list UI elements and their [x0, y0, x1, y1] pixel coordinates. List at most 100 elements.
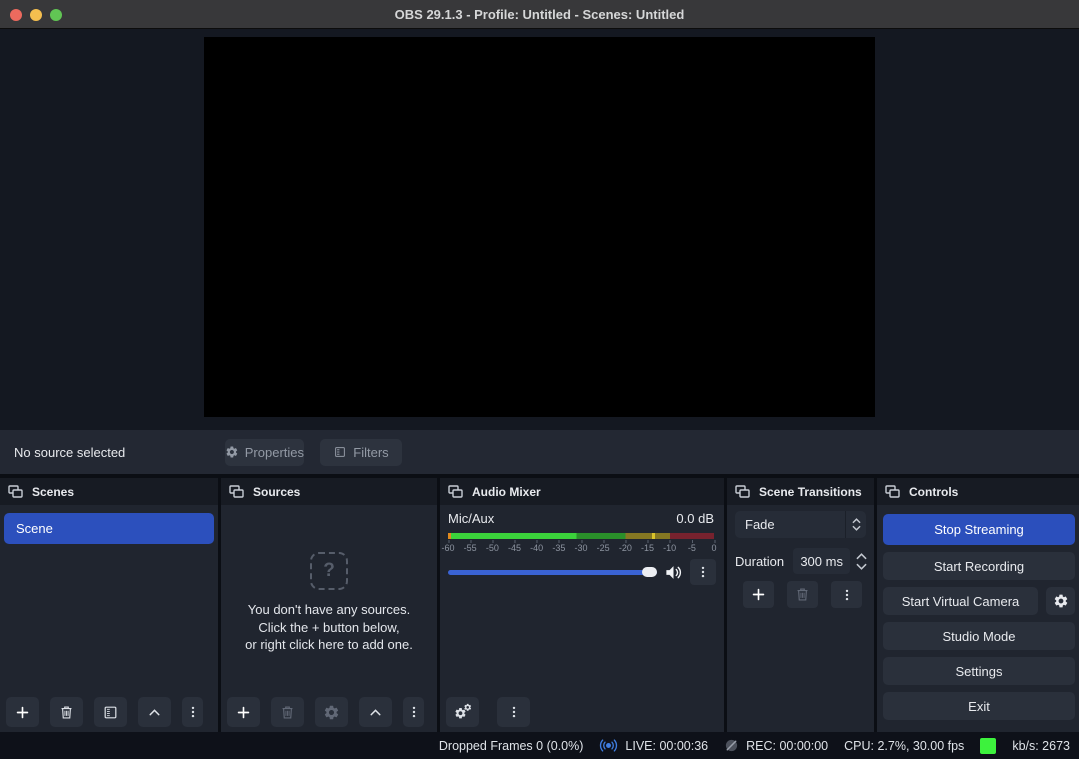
broadcast-icon	[599, 738, 618, 753]
move-scene-up-button[interactable]	[138, 697, 171, 727]
add-transition-button[interactable]	[743, 581, 774, 608]
speaker-icon	[664, 563, 683, 582]
scenes-more-button[interactable]	[182, 697, 203, 727]
meter-tick-label: -10	[663, 543, 676, 553]
sources-more-button[interactable]	[403, 697, 424, 727]
duration-spinner[interactable]	[856, 553, 867, 570]
plus-icon	[750, 586, 767, 603]
mute-toggle[interactable]	[664, 563, 683, 582]
scene-name: Scene	[16, 521, 53, 536]
sources-panel-header: Sources	[221, 478, 437, 505]
sources-panel-title: Sources	[253, 485, 300, 499]
transitions-toolbar	[727, 581, 862, 608]
meter-tick-label: -40	[530, 543, 543, 553]
virtual-camera-row: Start Virtual Camera	[883, 587, 1075, 615]
dock-icon	[8, 485, 23, 498]
filter-icon	[102, 704, 119, 721]
meter-tick-label: -25	[597, 543, 610, 553]
bitrate-label: kb/s: 2673	[1012, 739, 1070, 753]
chevron-up-icon	[856, 553, 867, 560]
transition-value: Fade	[735, 517, 845, 532]
virtual-camera-config-button[interactable]	[1046, 587, 1075, 615]
chevron-up-icon	[852, 518, 861, 524]
controls-panel: Controls Stop Streaming Start Recording …	[877, 478, 1079, 732]
no-source-label: No source selected	[14, 445, 125, 460]
remove-source-button[interactable]	[271, 697, 304, 727]
trash-icon	[794, 586, 811, 603]
filters-label: Filters	[353, 445, 388, 460]
remove-scene-button[interactable]	[50, 697, 83, 727]
zoom-button[interactable]	[50, 9, 62, 21]
window-controls	[10, 0, 62, 29]
exit-button[interactable]: Exit	[883, 692, 1075, 720]
live-time-label: LIVE: 00:00:36	[625, 739, 708, 753]
scenes-panel: Scenes Scene	[0, 478, 218, 732]
add-source-button[interactable]	[227, 697, 260, 727]
stop-streaming-button[interactable]: Stop Streaming	[883, 514, 1075, 545]
filters-button[interactable]: Filters	[320, 439, 402, 466]
filter-icon	[333, 445, 347, 459]
channel-more-button[interactable]	[690, 559, 716, 585]
controls-panel-title: Controls	[909, 485, 958, 499]
controls-panel-header: Controls	[877, 478, 1079, 505]
title-bar: OBS 29.1.3 - Profile: Untitled - Scenes:…	[0, 0, 1079, 29]
kebab-icon	[696, 564, 710, 580]
meter-tick-label: -50	[486, 543, 499, 553]
duration-input[interactable]: 300 ms	[793, 548, 850, 574]
plus-icon	[14, 704, 31, 721]
source-toolbar: No source selected Properties Filters	[0, 430, 1079, 474]
empty-sources-message: You don't have any sources. Click the + …	[221, 601, 437, 654]
transition-select[interactable]: Fade	[735, 511, 866, 538]
transition-more-button[interactable]	[831, 581, 862, 608]
audio-mixer-panel-title: Audio Mixer	[472, 485, 541, 499]
advanced-audio-button[interactable]	[446, 697, 479, 727]
volume-meter	[448, 533, 714, 539]
meter-tick-label: -5	[688, 543, 696, 553]
chevron-up-icon	[146, 704, 163, 721]
window-title: OBS 29.1.3 - Profile: Untitled - Scenes:…	[0, 7, 1079, 22]
mixer-toolbar	[446, 697, 530, 727]
remove-transition-button[interactable]	[787, 581, 818, 608]
empty-line-3: or right click here to add one.	[221, 636, 437, 654]
start-recording-button[interactable]: Start Recording	[883, 552, 1075, 580]
scene-transitions-panel: Scene Transitions Fade Duration 300 ms	[727, 478, 874, 732]
volume-slider[interactable]	[448, 567, 657, 577]
minimize-button[interactable]	[30, 9, 42, 21]
scene-filters-button[interactable]	[94, 697, 127, 727]
close-button[interactable]	[10, 9, 22, 21]
controls-buttons: Stop Streaming Start Recording Start Vir…	[883, 514, 1075, 720]
dock-icon	[229, 485, 244, 498]
audio-mixer-panel-header: Audio Mixer	[440, 478, 724, 505]
add-scene-button[interactable]	[6, 697, 39, 727]
chevron-up-icon	[367, 704, 384, 721]
kebab-icon	[407, 704, 421, 720]
mixer-more-button[interactable]	[497, 697, 530, 727]
move-source-up-button[interactable]	[359, 697, 392, 727]
empty-sources-icon: ?	[310, 552, 348, 590]
kebab-icon	[840, 587, 854, 603]
channel-level-db: 0.0 dB	[676, 511, 714, 526]
scenes-panel-title: Scenes	[32, 485, 74, 499]
meter-tick-label: -60	[441, 543, 454, 553]
audio-mixer-panel: Audio Mixer Mic/Aux 0.0 dB -60 -55 -50 -…	[440, 478, 724, 732]
properties-button[interactable]: Properties	[225, 439, 304, 466]
volume-handle[interactable]	[642, 567, 657, 577]
empty-line-2: Click the + button below,	[221, 619, 437, 637]
double-gear-icon	[454, 703, 472, 721]
dock-area: Scenes Scene	[0, 474, 1079, 732]
start-virtual-camera-button[interactable]: Start Virtual Camera	[883, 587, 1038, 615]
scene-list-item[interactable]: Scene	[4, 513, 214, 544]
gear-icon	[1053, 593, 1069, 609]
settings-button[interactable]: Settings	[883, 657, 1075, 685]
sources-toolbar	[227, 697, 424, 727]
dock-icon	[885, 485, 900, 498]
studio-mode-button[interactable]: Studio Mode	[883, 622, 1075, 650]
select-arrows	[845, 511, 866, 538]
program-canvas[interactable]	[204, 37, 875, 417]
source-properties-button[interactable]	[315, 697, 348, 727]
duration-row: Duration 300 ms	[735, 548, 868, 574]
preview-area	[0, 29, 1079, 430]
scenes-toolbar	[6, 697, 203, 727]
sources-panel: Sources ? You don't have any sources. Cl…	[221, 478, 437, 732]
kebab-icon	[507, 704, 521, 720]
